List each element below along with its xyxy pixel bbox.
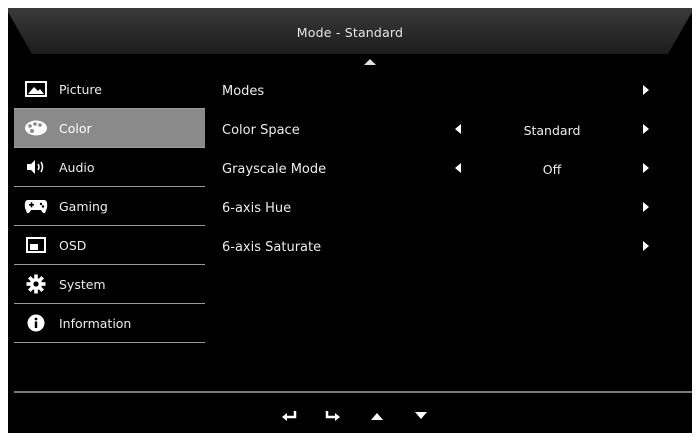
gamepad-icon [23,195,49,217]
return-icon[interactable] [276,406,302,426]
bottom-divider [14,391,692,393]
setting-label: Modes [222,84,265,99]
sidebar-item-gaming[interactable]: Gaming [14,187,205,226]
setting-label: 6-axis Saturate [222,240,322,255]
scroll-up-icon[interactable] [364,58,376,66]
sidebar-item-picture[interactable]: Picture [14,70,205,109]
setting-value: Off [542,162,562,177]
gear-icon [23,273,49,295]
sidebar-item-label: Gaming [59,198,108,214]
navigation-bar [276,406,434,426]
right-arrow-icon[interactable] [642,162,652,176]
setting-row-6-axis-saturate[interactable]: 6-axis Saturate [214,226,654,265]
setting-row-color-space[interactable]: Color Space Standard [214,109,654,148]
left-arrow-icon[interactable] [454,162,464,176]
setting-label: 6-axis Hue [222,201,292,216]
osd-menu: Mode - Standard Picture Color Audio Gami… [8,8,692,433]
sidebar-item-system[interactable]: System [14,265,205,304]
right-arrow-icon[interactable] [642,123,652,137]
right-arrow-icon[interactable] [642,201,652,215]
up-arrow-icon[interactable] [364,406,390,426]
setting-row-grayscale-mode[interactable]: Grayscale Mode Off [214,148,654,187]
title-bar: Mode - Standard [8,8,692,58]
sidebar-item-color[interactable]: Color [14,109,205,148]
sidebar-item-label: Picture [59,81,102,97]
sidebar-item-information[interactable]: Information [14,304,205,343]
down-arrow-icon[interactable] [408,406,434,426]
settings-panel: Modes Color Space Standard Grayscale Mod… [214,70,654,265]
enter-icon[interactable] [320,406,346,426]
setting-row-6-axis-hue[interactable]: 6-axis Hue [214,187,654,226]
left-arrow-icon[interactable] [454,123,464,137]
sidebar: Picture Color Audio Gaming OSD System In… [14,70,205,343]
osd-window-icon [23,234,49,256]
sidebar-item-label: Audio [59,159,95,175]
setting-label: Color Space [222,123,300,138]
speaker-icon [23,156,49,178]
setting-value: Standard [523,123,581,138]
sidebar-item-label: OSD [59,237,87,253]
info-icon [23,312,49,334]
sidebar-item-label: System [59,276,106,292]
right-arrow-icon[interactable] [642,84,652,98]
sidebar-item-label: Color [59,120,92,136]
sidebar-item-osd[interactable]: OSD [14,226,205,265]
page-title: Mode - Standard [296,25,404,40]
setting-row-modes[interactable]: Modes [214,70,654,109]
right-arrow-icon[interactable] [642,240,652,254]
palette-icon [23,117,49,139]
picture-icon [23,78,49,100]
sidebar-item-label: Information [59,315,132,331]
setting-label: Grayscale Mode [222,162,327,177]
sidebar-item-audio[interactable]: Audio [14,148,205,187]
